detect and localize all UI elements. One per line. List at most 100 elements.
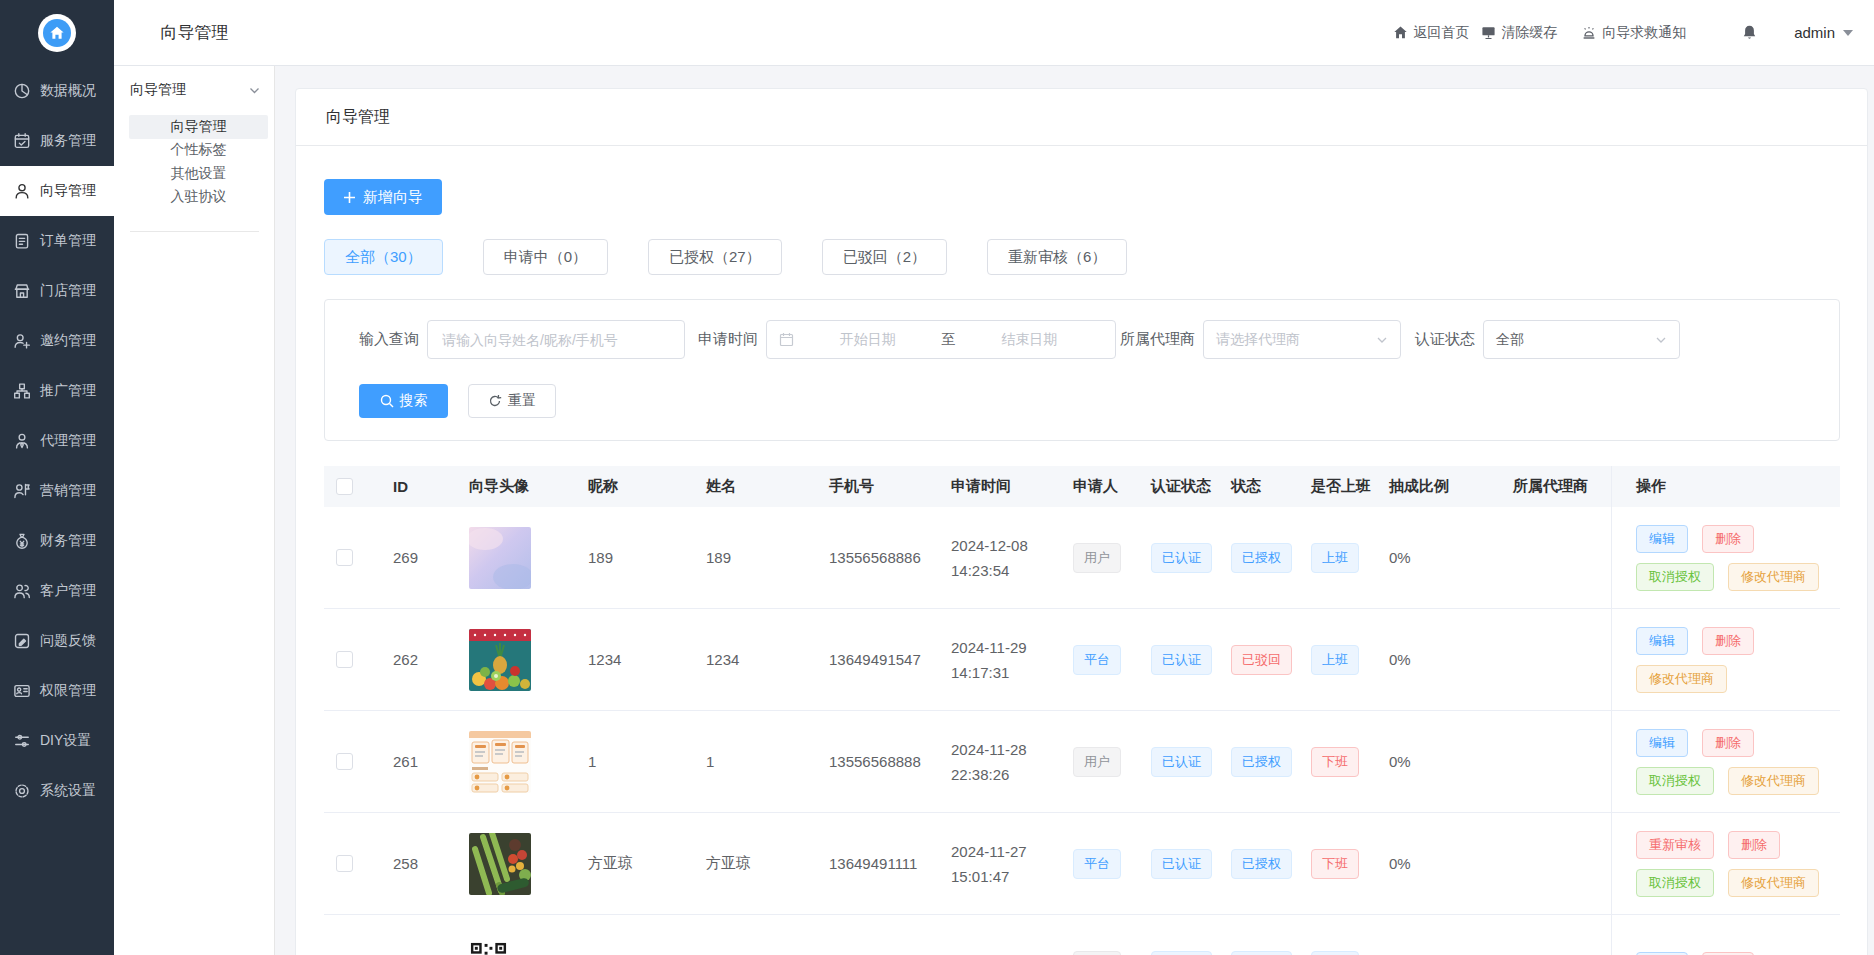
- topbar-link-notify[interactable]: 向导求救通知: [1581, 24, 1686, 42]
- sidebar-item-guide[interactable]: 向导管理: [0, 166, 114, 216]
- cell-name: 1: [706, 753, 829, 770]
- column-header: 是否上班: [1311, 477, 1389, 496]
- action-编辑[interactable]: 编辑: [1636, 952, 1688, 955]
- status-tabs: 全部（30） 申请中（0） 已授权（27） 已驳回（2） 重新审核（6）: [324, 239, 1840, 275]
- action-删除[interactable]: 删除: [1702, 729, 1754, 757]
- sidebar-item-service[interactable]: 服务管理: [0, 116, 114, 166]
- cell-applicant: 用户: [1073, 543, 1151, 573]
- action-删除[interactable]: 删除: [1702, 952, 1754, 955]
- guide-avatar[interactable]: [469, 527, 531, 589]
- auth-status-tag: 已认证: [1151, 747, 1212, 777]
- action-取消授权[interactable]: 取消授权: [1636, 563, 1714, 591]
- cell-applicant: 用户: [1073, 747, 1151, 777]
- submenu-panel: 向导管理 向导管理个性标签其他设置入驻协议: [114, 66, 275, 955]
- action-取消授权[interactable]: 取消授权: [1636, 767, 1714, 795]
- guide-avatar[interactable]: [469, 629, 531, 691]
- action-编辑[interactable]: 编辑: [1636, 525, 1688, 553]
- guide-avatar[interactable]: [469, 833, 531, 895]
- cell-actions: 编辑删除取消授权修改代理商: [1611, 507, 1840, 608]
- sidebar-item-feedback[interactable]: 问题反馈: [0, 616, 114, 666]
- table-body: 269 189 189 13556568886 2024-12-0814:23:…: [324, 507, 1840, 955]
- sidebar-item-diy[interactable]: DIY设置: [0, 716, 114, 766]
- tab-pending[interactable]: 申请中（0）: [483, 239, 608, 275]
- cell-avatar: [469, 833, 588, 895]
- sidebar-item-marketing[interactable]: 营销管理: [0, 466, 114, 516]
- action-删除[interactable]: 删除: [1728, 831, 1780, 859]
- page-title: 向导管理: [114, 21, 275, 44]
- topbar-link-label: 返回首页: [1413, 24, 1469, 42]
- topbar-link-cache[interactable]: 清除缓存: [1481, 24, 1557, 42]
- action-删除[interactable]: 删除: [1702, 525, 1754, 553]
- sidebar-item-label: 系统设置: [40, 782, 96, 800]
- user-menu[interactable]: admin: [1794, 24, 1835, 41]
- select-all-checkbox[interactable]: [336, 478, 353, 495]
- sidebar-item-customer[interactable]: 客户管理: [0, 566, 114, 616]
- select-all-checkbox-cell: [324, 478, 393, 495]
- action-修改代理商[interactable]: 修改代理商: [1636, 665, 1727, 693]
- add-guide-button[interactable]: 新增向导: [324, 179, 442, 215]
- column-header: ID: [393, 478, 469, 495]
- cell-actions: 编辑删除取消授权修改代理商: [1611, 711, 1840, 812]
- row-checkbox[interactable]: [336, 651, 353, 668]
- permission-icon: [13, 682, 31, 700]
- action-重新审核[interactable]: 重新审核: [1636, 831, 1714, 859]
- action-取消授权[interactable]: 取消授权: [1636, 869, 1714, 897]
- row-checkbox[interactable]: [336, 549, 353, 566]
- reset-button[interactable]: 重置: [468, 384, 556, 418]
- column-header: 昵称: [588, 477, 706, 496]
- sidebar-item-agent[interactable]: 代理管理: [0, 416, 114, 466]
- action-删除[interactable]: 删除: [1702, 627, 1754, 655]
- action-修改代理商[interactable]: 修改代理商: [1728, 767, 1819, 795]
- cell-status: 已驳回: [1231, 645, 1311, 675]
- submenu-item-1[interactable]: 个性标签: [129, 139, 268, 163]
- cell-auth-status: 已认证: [1151, 951, 1231, 955]
- table-header: ID向导头像昵称姓名手机号申请时间申请人认证状态状态是否上班抽成比例所属代理商操…: [324, 466, 1840, 507]
- tab-rejected[interactable]: 已驳回（2）: [822, 239, 947, 275]
- sidebar-item-promotion[interactable]: 推广管理: [0, 366, 114, 416]
- agent-select[interactable]: 请选择代理商: [1203, 320, 1401, 359]
- bell-icon[interactable]: [1741, 24, 1758, 41]
- action-编辑[interactable]: 编辑: [1636, 627, 1688, 655]
- query-input[interactable]: [427, 320, 685, 359]
- search-button[interactable]: 搜索: [359, 384, 448, 418]
- logo[interactable]: [0, 0, 114, 66]
- service-icon: [13, 132, 31, 150]
- guide-avatar[interactable]: [469, 731, 531, 793]
- cell-name: 方亚琼: [706, 854, 829, 873]
- tab-approved[interactable]: 已授权（27）: [648, 239, 782, 275]
- action-修改代理商[interactable]: 修改代理商: [1728, 563, 1819, 591]
- sidebar-item-finance[interactable]: 财务管理: [0, 516, 114, 566]
- submenu-group[interactable]: 向导管理: [114, 83, 274, 97]
- cell-status: 已授权: [1231, 543, 1311, 573]
- auth-select[interactable]: 全部: [1483, 320, 1680, 359]
- topbar-right: 返回首页清除缓存 向导求救通知 admin: [1393, 24, 1874, 42]
- topbar-link-home[interactable]: 返回首页: [1393, 24, 1469, 42]
- tab-re-review[interactable]: 重新审核（6）: [987, 239, 1127, 275]
- row-checkbox-cell: [324, 651, 393, 668]
- sidebar-item-invite[interactable]: 邀约管理: [0, 316, 114, 366]
- tab-all[interactable]: 全部（30）: [324, 239, 443, 275]
- cell-phone: 13556568888: [829, 753, 951, 770]
- sidebar-item-label: 财务管理: [40, 532, 96, 550]
- sidebar-item-system[interactable]: 系统设置: [0, 766, 114, 816]
- date-range-picker[interactable]: 开始日期 至 结束日期: [766, 320, 1116, 359]
- submenu-item-2[interactable]: 其他设置: [129, 162, 268, 186]
- action-修改代理商[interactable]: 修改代理商: [1728, 869, 1819, 897]
- sidebar-item-store[interactable]: 门店管理: [0, 266, 114, 316]
- chevron-down-icon: [249, 85, 260, 96]
- row-checkbox[interactable]: [336, 753, 353, 770]
- submenu-item-3[interactable]: 入驻协议: [129, 186, 268, 210]
- topbar: 向导管理 返回首页清除缓存 向导求救通知 admin: [114, 0, 1874, 66]
- submenu-item-0[interactable]: 向导管理: [129, 115, 268, 139]
- sidebar-item-data-overview[interactable]: 数据概况: [0, 66, 114, 116]
- cell-auth-status: 已认证: [1151, 543, 1231, 573]
- sidebar-item-permission[interactable]: 权限管理: [0, 666, 114, 716]
- applicant-tag: 用户: [1073, 543, 1121, 573]
- cell-id: 262: [393, 651, 469, 668]
- sidebar-item-label: 订单管理: [40, 232, 96, 250]
- actions-group: 编辑删除取消授权修改代理商: [1636, 525, 1819, 591]
- row-checkbox[interactable]: [336, 855, 353, 872]
- guide-avatar[interactable]: [469, 941, 508, 955]
- action-编辑[interactable]: 编辑: [1636, 729, 1688, 757]
- sidebar-item-order[interactable]: 订单管理: [0, 216, 114, 266]
